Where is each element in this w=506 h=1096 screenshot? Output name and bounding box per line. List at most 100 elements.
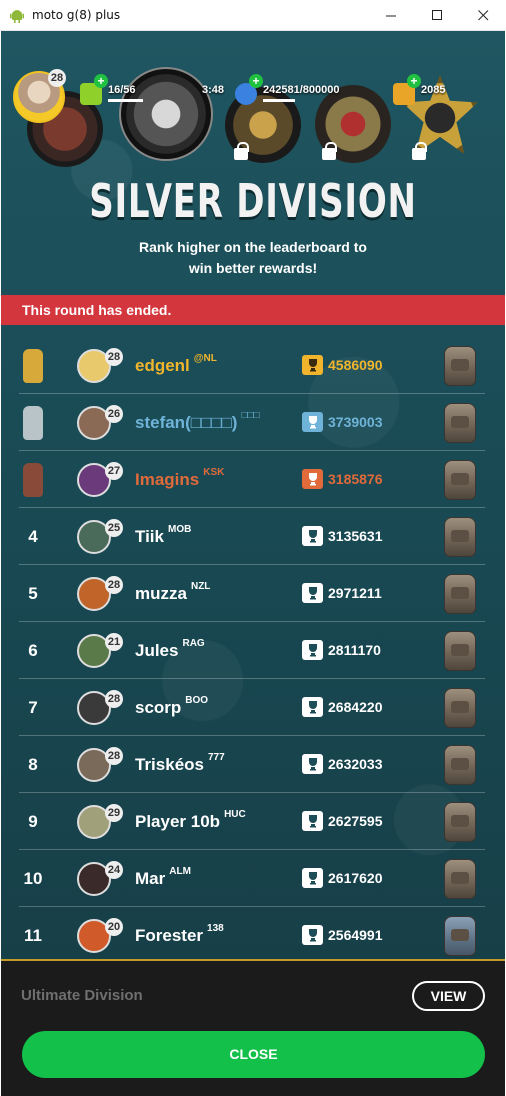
level-badge: 28 [105, 747, 123, 765]
leaderboard-row[interactable]: 6 21 Jules RAG 2811170 [1, 622, 505, 679]
player-score: 4586090 [328, 357, 383, 373]
clan-tag: □□□ [241, 410, 260, 421]
subtitle-line: win better rewards! [188, 260, 318, 276]
player-name: stefan(□□□□) □□□ [135, 394, 260, 451]
player-level-badge: 28 [48, 69, 66, 87]
player-name: muzza NZL [135, 565, 210, 622]
level-badge: 28 [105, 348, 123, 366]
player-name: Tiik MOB [135, 508, 191, 565]
player-score: 3739003 [328, 414, 383, 430]
leaderboard-row[interactable]: 5 28 muzza NZL 2971211 [1, 565, 505, 622]
leaderboard-row[interactable]: 4 25 Tiik MOB 3135631 [1, 508, 505, 565]
maximize-button[interactable] [414, 0, 460, 31]
minimize-icon [385, 15, 396, 17]
leaderboard-row[interactable]: 11 20 Forester 138 2564991 [1, 907, 505, 959]
backpack-reward-icon[interactable] [444, 802, 476, 842]
player-name-text: Player 10b [135, 812, 221, 831]
trophy-icon [302, 868, 323, 888]
player-score: 2971211 [328, 585, 382, 601]
android-icon [10, 10, 24, 23]
level-badge: 26 [105, 405, 123, 423]
clan-tag: NZL [190, 581, 211, 592]
trophy-icon [302, 925, 323, 945]
bronze-rank-icon [23, 463, 43, 497]
clan-tag: @NL [193, 353, 217, 364]
subtitle-line: Rank higher on the leaderboard to [139, 239, 367, 255]
clan-tag: ALM [169, 866, 191, 877]
player-name-text: Tiik [135, 527, 164, 546]
player-name: Forester 138 [135, 907, 224, 959]
player-name: edgenl @NL [135, 337, 217, 394]
player-score: 3185876 [328, 471, 383, 487]
trophy-icon [302, 412, 323, 432]
player-name-text: muzza [135, 584, 187, 603]
add-xp-button[interactable]: + [249, 74, 263, 88]
player-name: scorp BOO [135, 679, 208, 736]
backpack-reward-icon[interactable] [444, 517, 476, 557]
leaderboard-row[interactable]: 7 28 scorp BOO 2684220 [1, 679, 505, 736]
division-title: SILVER DIVISION [89, 174, 417, 228]
clan-tag: 138 [207, 923, 224, 934]
silver-division-badge[interactable] [119, 67, 213, 161]
add-energy-button[interactable]: + [94, 74, 108, 88]
level-badge: 28 [105, 576, 123, 594]
player-score: 2627595 [328, 813, 383, 829]
player-name: Triskéos 777 [135, 736, 225, 793]
rank-number: 10 [23, 869, 43, 888]
level-badge: 29 [105, 804, 123, 822]
leaderboard-row[interactable]: 10 24 Mar ALM 2617620 [1, 850, 505, 907]
trophy-icon [302, 811, 323, 831]
trophy-icon [302, 583, 323, 603]
leaderboard-row[interactable]: 26 stefan(□□□□) □□□ 3739003 [1, 394, 505, 451]
lock-icon [322, 142, 337, 160]
backpack-reward-icon[interactable] [444, 688, 476, 728]
clan-tag: HUC [224, 809, 246, 820]
energy-timer: 3:48 [202, 84, 225, 96]
player-name-text: Imagins [135, 470, 200, 489]
rank-number: 9 [28, 812, 38, 831]
leaderboard-row[interactable]: 27 Imagins KSK 3185876 [1, 451, 505, 508]
backpack-reward-icon[interactable] [444, 631, 476, 671]
close-button[interactable]: CLOSE [22, 1031, 485, 1078]
player-name: Mar ALM [135, 850, 191, 907]
rank-number: 4 [28, 527, 38, 546]
backpack-reward-icon[interactable] [444, 403, 476, 443]
game-screen: 28 + 16/56 3:48 + 242581/800000 + 2085 S… [1, 31, 505, 959]
rank-number: 8 [28, 755, 38, 774]
level-badge: 25 [105, 519, 123, 537]
trophy-icon [302, 697, 323, 717]
maximize-icon [431, 10, 442, 20]
close-icon [477, 10, 488, 21]
xp-bar [263, 99, 295, 102]
level-badge: 21 [105, 633, 123, 651]
silver-rank-icon [23, 406, 43, 440]
add-gold-button[interactable]: + [407, 74, 421, 88]
backpack-reward-icon[interactable] [444, 574, 476, 614]
level-badge: 24 [105, 861, 123, 879]
trophy-icon [302, 640, 323, 660]
backpack-reward-icon[interactable] [444, 346, 476, 386]
backpack-reward-icon[interactable] [444, 460, 476, 500]
gold-value: 2085 [421, 84, 446, 96]
player-score: 2564991 [328, 927, 383, 943]
player-name: Jules RAG [135, 622, 205, 679]
rank-number: 11 [24, 926, 42, 945]
leaderboard-row[interactable]: 8 28 Triskéos 777 2632033 [1, 736, 505, 793]
backpack-reward-icon[interactable] [444, 859, 476, 899]
close-window-button[interactable] [460, 0, 506, 31]
clan-tag: BOO [185, 695, 209, 706]
level-badge: 28 [105, 690, 123, 708]
player-name-text: edgenl [135, 356, 190, 375]
player-name-text: Forester [135, 926, 204, 945]
minimize-button[interactable] [368, 0, 414, 31]
leaderboard-row[interactable]: 28 edgenl @NL 4586090 [1, 337, 505, 394]
backpack-reward-icon[interactable] [444, 916, 476, 956]
rank-number: 7 [28, 698, 38, 717]
player-name-text: Mar [135, 869, 166, 888]
view-button[interactable]: VIEW [412, 981, 485, 1011]
backpack-reward-icon[interactable] [444, 745, 476, 785]
clan-tag: KSK [203, 467, 225, 478]
rank-number: 5 [28, 584, 38, 603]
leaderboard-row[interactable]: 9 29 Player 10b HUC 2627595 [1, 793, 505, 850]
player-name: Player 10b HUC [135, 793, 246, 850]
